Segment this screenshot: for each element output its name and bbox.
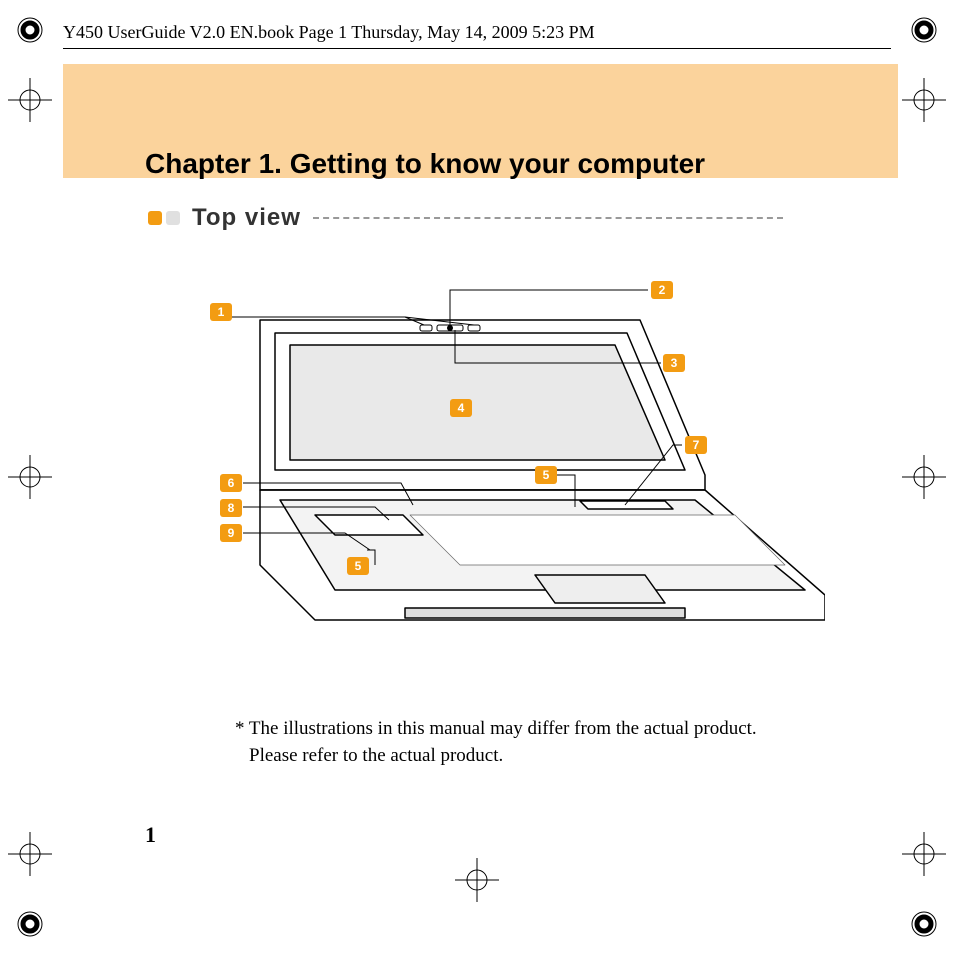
running-header: Y450 UserGuide V2.0 EN.book Page 1 Thurs… — [63, 22, 891, 43]
footnote-line2: Please refer to the actual product. — [235, 745, 503, 766]
callout-7: 7 — [685, 436, 707, 454]
section-title: Top view — [192, 204, 301, 232]
header-rule — [63, 48, 891, 49]
callout-1: 1 — [210, 303, 232, 321]
section-rule — [313, 217, 783, 219]
page-number: 1 — [145, 822, 156, 848]
chapter-title: Chapter 1. Getting to know your computer — [145, 148, 705, 180]
bullet-icon — [148, 211, 162, 225]
top-view-illustration: 1 2 3 4 7 5 6 8 9 5 — [175, 275, 825, 665]
callout-2: 2 — [651, 281, 673, 299]
callout-5-lower: 5 — [347, 557, 369, 575]
callout-4: 4 — [450, 399, 472, 417]
section-heading: Top view — [148, 204, 783, 232]
footnote: * The illustrations in this manual may d… — [235, 716, 875, 769]
callout-3: 3 — [663, 354, 685, 372]
section-bullets — [148, 211, 180, 225]
footnote-line1: * The illustrations in this manual may d… — [235, 718, 757, 739]
callout-8: 8 — [220, 499, 242, 517]
laptop-line-art — [175, 275, 825, 665]
callout-6: 6 — [220, 474, 242, 492]
callout-5-upper: 5 — [535, 466, 557, 484]
callout-9: 9 — [220, 524, 242, 542]
bullet-icon — [166, 211, 180, 225]
